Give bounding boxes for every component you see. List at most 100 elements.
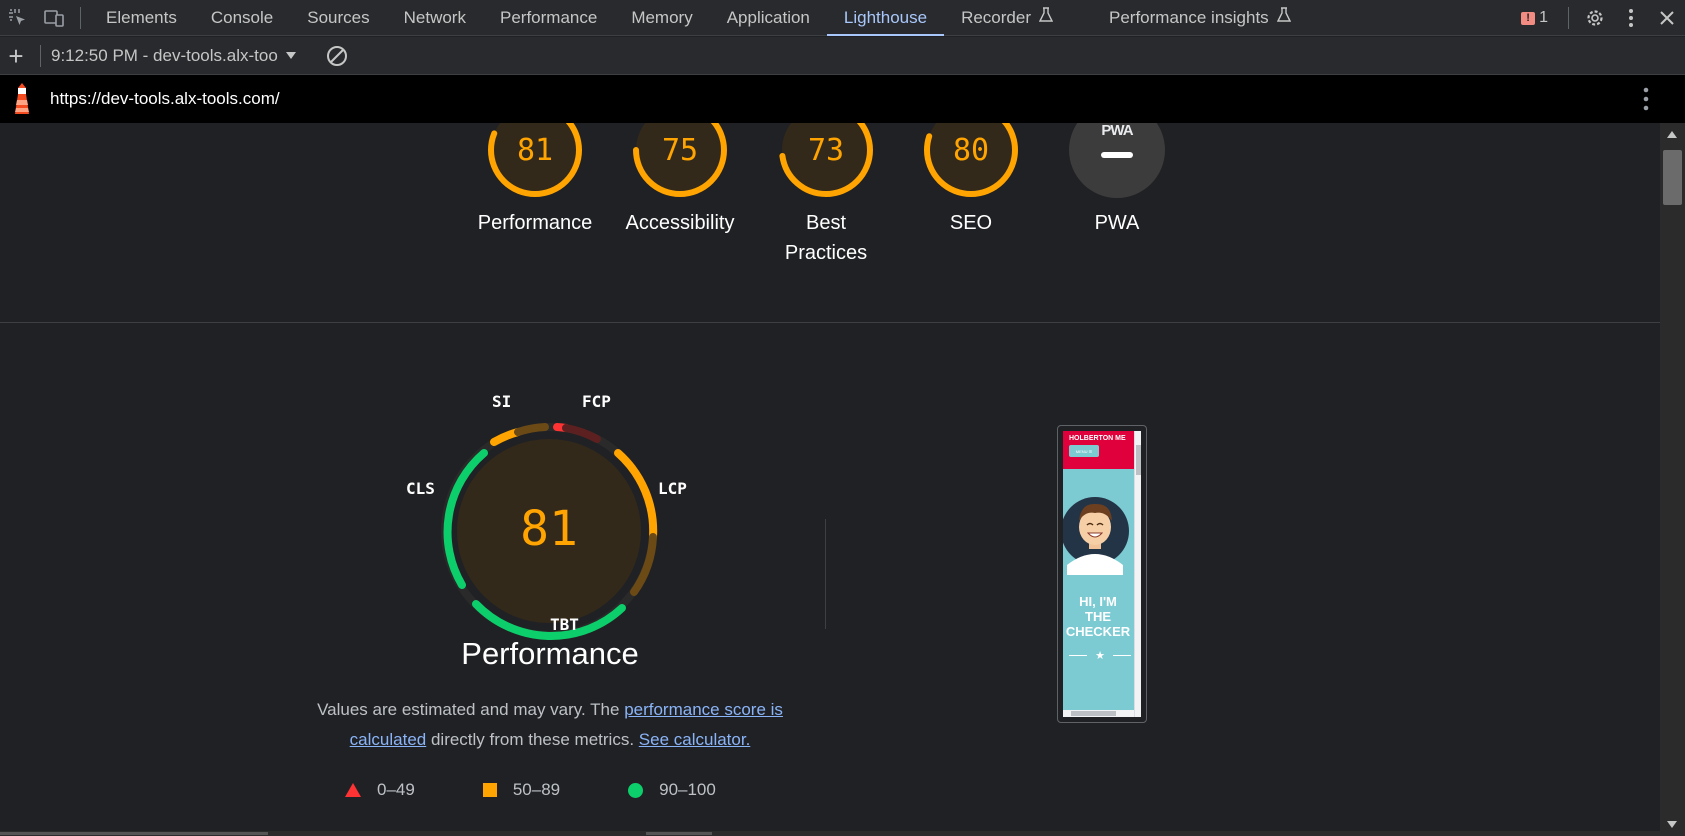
actions-divider [1568,7,1569,29]
tab-label: Performance [499,7,598,27]
screenshot-horizontal-scrollbar [1063,710,1134,717]
scrollbar-thumb [1136,445,1141,475]
tab-performance-insights[interactable]: Performance insights [1092,0,1308,36]
scroll-up-arrow-icon[interactable] [1667,131,1677,138]
legend-range: 90–100 [659,780,716,799]
tab-label: Performance insights [1109,7,1269,27]
gauge-label: Accessibility [625,212,735,234]
score-gauge: 81 [485,123,585,200]
fail-triangle-icon [345,783,361,797]
plus-icon[interactable]: + [0,43,32,69]
pwa-badge-icon: PWA [1067,123,1167,200]
issues-count: 1 [1539,9,1548,26]
tab-lighthouse[interactable]: Lighthouse [826,0,945,36]
metric-fcp-label[interactable]: FCP [582,392,611,411]
star-icon: ★ [1095,650,1105,662]
gauge-seo[interactable]: 80 SEO [901,123,1041,238]
tab-label: Memory [631,7,693,27]
description-text: directly from these metrics. [426,730,639,749]
gauge-score: 80 [952,132,990,168]
report-selector-label: 9:12:50 PM - dev-tools.alx-too [51,45,278,65]
section-divider [0,322,1660,323]
screenshot-vertical-scrollbar [1134,431,1141,717]
horizontal-scroll-strip [0,831,1660,836]
performance-title: Performance [461,636,639,671]
gauge-performance[interactable]: 81 Performance [465,123,605,238]
report-url: https://dev-tools.alx-tools.com/ [50,89,280,108]
gauge-label: Performance [477,212,593,234]
gauge-score: 81 [516,132,554,168]
report-vertical-scrollbar[interactable] [1660,123,1685,836]
avatar-illustration-icon [1063,497,1129,575]
tab-label: Lighthouse [843,7,928,27]
tab-label: Network [403,7,466,27]
metric-lcp-label[interactable]: LCP [658,479,687,498]
scrollbar-thumb[interactable] [1663,150,1682,205]
gauge-pwa[interactable]: PWA PWA [1047,123,1187,238]
flask-icon [1276,7,1291,28]
tab-elements[interactable]: Elements [89,0,194,36]
tab-label: Recorder [961,7,1031,27]
tab-bar-actions: ! 1 [1509,0,1685,36]
device-toolbar-icon[interactable] [36,0,72,36]
tab-label: Elements [106,7,177,27]
issues-counter[interactable]: ! 1 [1509,9,1560,27]
divider-line [1113,655,1131,656]
legend-item-pass: 90–100 [628,780,716,800]
report-url-bar: https://dev-tools.alx-tools.com/ [0,75,1685,123]
tab-sources[interactable]: Sources [290,0,386,36]
metrics-divider [825,519,826,629]
legend-item-fail: 0–49 [345,780,415,800]
more-options-icon[interactable] [1613,0,1649,36]
metric-tbt-label[interactable]: TBT [550,615,579,634]
final-screenshot[interactable]: HOLBERTON ME MENU ☰ HI, I'M THE CHECKER [1057,425,1147,723]
score-gauge: 75 [630,123,730,200]
close-devtools-icon[interactable] [1649,0,1685,36]
tab-recorder[interactable]: Recorder [944,0,1070,36]
scroll-segment [0,832,268,835]
tab-network[interactable]: Network [387,0,483,36]
tab-label: Application [726,7,810,27]
gauge-score: 73 [807,132,845,168]
headline-line: THE [1085,609,1111,624]
gauge-accessibility[interactable]: 75 Accessibility [610,123,750,238]
screenshot-brand: HOLBERTON ME [1069,435,1126,442]
tab-label: Console [210,7,274,27]
gauge-score: 75 [661,132,699,168]
legend-range: 50–89 [512,780,561,799]
headline-line: HI, I'M [1079,594,1117,609]
scroll-down-arrow-icon[interactable] [1667,821,1677,828]
performance-score: 81 [520,501,578,557]
screenshot-headline: HI, I'M THE CHECKER [1063,594,1139,639]
lighthouse-report: 81 Performance 75 Accessibility 73 Best … [0,123,1660,836]
gauge-label: PWA [1094,212,1140,234]
score-legend: 0–49 50–89 90–100 [345,780,784,800]
gauge-label: SEO [949,212,993,234]
divider-line [1069,655,1087,656]
clear-icon[interactable] [326,45,348,67]
screenshot-header: HOLBERTON ME MENU ☰ [1063,431,1141,469]
issue-icon: ! [1521,11,1536,25]
report-selector[interactable]: 9:12:50 PM - dev-tools.alx-too [51,46,296,66]
tab-application[interactable]: Application [710,0,827,36]
tab-bar-divider [80,6,81,29]
gauge-best-practices[interactable]: 73 Best Practices [756,123,896,268]
average-square-icon [482,783,497,797]
tab-label: Sources [307,7,370,27]
inspect-element-icon[interactable] [0,0,36,36]
pwa-badge-text: PWA [1101,123,1133,139]
scroll-segment [646,832,712,835]
performance-description: Values are estimated and may vary. The p… [300,695,800,755]
metric-si-label[interactable]: SI [492,392,511,411]
see-calculator-link[interactable]: See calculator. [639,730,751,749]
tab-memory[interactable]: Memory [614,0,709,36]
settings-gear-icon[interactable] [1577,0,1613,36]
tab-console[interactable]: Console [194,0,290,36]
metric-cls-label[interactable]: CLS [406,479,435,498]
tab-performance[interactable]: Performance [483,0,614,36]
headline-line: CHECKER [1065,624,1131,639]
flask-icon [1038,7,1054,28]
score-gauge: 80 [921,123,1021,200]
description-text: Values are estimated and may vary. The [317,700,625,719]
report-menu-icon[interactable] [1643,87,1649,116]
